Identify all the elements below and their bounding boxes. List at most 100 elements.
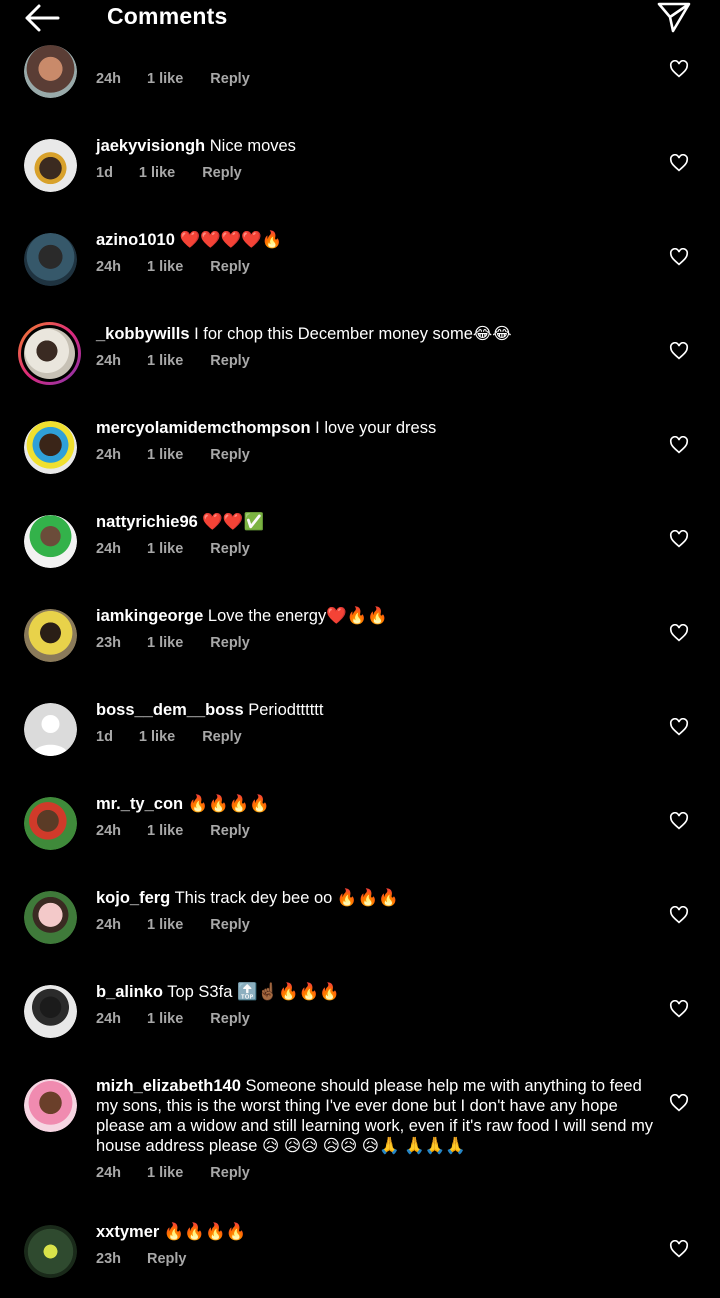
avatar[interactable] bbox=[24, 609, 77, 662]
comment-time: 24h bbox=[96, 541, 121, 557]
comment-meta: 1d 1 like Reply bbox=[96, 729, 268, 745]
reply-button[interactable]: Reply bbox=[210, 823, 250, 839]
heart-icon[interactable] bbox=[669, 906, 689, 924]
avatar[interactable] bbox=[24, 891, 77, 944]
avatar[interactable] bbox=[24, 45, 77, 98]
comment-time: 24h bbox=[96, 71, 121, 87]
comment-username[interactable]: azino1010 bbox=[96, 231, 175, 249]
comment-username[interactable]: jaekyvisiongh bbox=[96, 137, 205, 155]
reply-button[interactable]: Reply bbox=[202, 165, 242, 181]
heart-icon[interactable] bbox=[669, 718, 689, 736]
heart-icon[interactable] bbox=[669, 154, 689, 172]
likes-count[interactable]: 1 like bbox=[147, 635, 183, 651]
avatar[interactable] bbox=[24, 1225, 77, 1278]
comment-time: 1d bbox=[96, 729, 113, 745]
comment-body: Nice moves bbox=[209, 137, 296, 155]
comment-time: 24h bbox=[96, 823, 121, 839]
comment-text: kojo_ferg This track dey bee oo 🔥🔥🔥 bbox=[96, 888, 656, 908]
reply-button[interactable]: Reply bbox=[210, 635, 250, 651]
page-title: Comments bbox=[107, 3, 228, 29]
reply-button[interactable]: Reply bbox=[210, 1165, 250, 1181]
comment-time: 24h bbox=[96, 917, 121, 933]
likes-count[interactable]: 1 like bbox=[147, 259, 183, 275]
comment-username[interactable]: iamkingeorge bbox=[96, 607, 203, 625]
comment-username[interactable]: mercyolamidemcthompson bbox=[96, 419, 311, 437]
comment-meta: 24h 1 like Reply bbox=[96, 541, 276, 557]
comment-username[interactable]: mr._ty_con bbox=[96, 795, 183, 813]
heart-icon[interactable] bbox=[669, 1094, 689, 1112]
comment-time: 24h bbox=[96, 353, 121, 369]
likes-count[interactable]: 1 like bbox=[139, 165, 175, 181]
reply-button[interactable]: Reply bbox=[202, 729, 242, 745]
reply-button[interactable]: Reply bbox=[210, 447, 250, 463]
comment-text: b_alinko Top S3fa 🔝☝🏾🔥🔥🔥 bbox=[96, 982, 656, 1002]
comment-username[interactable]: b_alinko bbox=[96, 983, 163, 1001]
avatar[interactable] bbox=[24, 985, 77, 1038]
comment-username[interactable]: kojo_ferg bbox=[96, 889, 170, 907]
likes-count[interactable]: 1 like bbox=[147, 917, 183, 933]
likes-count[interactable]: 1 like bbox=[147, 1011, 183, 1027]
heart-icon[interactable] bbox=[669, 60, 689, 78]
back-arrow-icon[interactable] bbox=[22, 3, 62, 33]
comment-meta: 24h 1 like Reply bbox=[96, 353, 276, 369]
avatar[interactable] bbox=[24, 233, 77, 286]
comment-body: ❤️❤️✅ bbox=[202, 513, 265, 531]
reply-button[interactable]: Reply bbox=[210, 259, 250, 275]
heart-icon[interactable] bbox=[669, 624, 689, 642]
comment-meta: 24h 1 like Reply bbox=[96, 1011, 276, 1027]
heart-icon[interactable] bbox=[669, 248, 689, 266]
comment-body: Periodtttttt bbox=[248, 701, 324, 719]
likes-count[interactable]: 1 like bbox=[147, 447, 183, 463]
likes-count[interactable]: 1 like bbox=[147, 541, 183, 557]
comment-text: mr._ty_con 🔥🔥🔥🔥 bbox=[96, 794, 656, 814]
comment-time: 23h bbox=[96, 1251, 121, 1267]
avatar[interactable] bbox=[24, 421, 77, 474]
comment-body: ❤️❤️❤️❤️🔥 bbox=[179, 231, 283, 249]
comment-meta: 24h 1 like Reply bbox=[96, 71, 276, 87]
comment-body: 🔥🔥🔥🔥 bbox=[187, 795, 270, 813]
avatar-with-story-ring[interactable] bbox=[18, 322, 81, 385]
likes-count[interactable]: 1 like bbox=[147, 1165, 183, 1181]
avatar[interactable] bbox=[24, 139, 77, 192]
comment-meta: 1d 1 like Reply bbox=[96, 165, 268, 181]
heart-icon[interactable] bbox=[669, 530, 689, 548]
comment-text: boss__dem__boss Periodtttttt bbox=[96, 700, 656, 720]
comment-time: 24h bbox=[96, 259, 121, 275]
likes-count[interactable]: 1 like bbox=[147, 823, 183, 839]
default-avatar[interactable] bbox=[24, 703, 77, 756]
person-silhouette-icon bbox=[32, 715, 69, 756]
likes-count[interactable]: 1 like bbox=[147, 71, 183, 87]
comment-meta: 23h 1 like Reply bbox=[96, 635, 276, 651]
comment-username[interactable]: boss__dem__boss bbox=[96, 701, 244, 719]
reply-button[interactable]: Reply bbox=[210, 1011, 250, 1027]
heart-icon[interactable] bbox=[669, 436, 689, 454]
comment-meta: 24h 1 like Reply bbox=[96, 1165, 276, 1181]
avatar[interactable] bbox=[24, 515, 77, 568]
likes-count[interactable]: 1 like bbox=[147, 353, 183, 369]
comment-meta: 23h Reply bbox=[96, 1251, 213, 1267]
comment-username[interactable]: _kobbywills bbox=[96, 325, 190, 343]
heart-icon[interactable] bbox=[669, 1000, 689, 1018]
comment-text: azino1010 ❤️❤️❤️❤️🔥 bbox=[96, 230, 656, 250]
comment-username[interactable]: mizh_elizabeth140 bbox=[96, 1077, 241, 1095]
comment-time: 1d bbox=[96, 165, 113, 181]
reply-button[interactable]: Reply bbox=[210, 541, 250, 557]
heart-icon[interactable] bbox=[669, 342, 689, 360]
comment-username[interactable]: nattyrichie96 bbox=[96, 513, 198, 531]
comment-meta: 24h 1 like Reply bbox=[96, 917, 276, 933]
comment-time: 24h bbox=[96, 1165, 121, 1181]
comment-text: mizh_elizabeth140 Someone should please … bbox=[96, 1076, 656, 1156]
heart-icon[interactable] bbox=[669, 1240, 689, 1258]
reply-button[interactable]: Reply bbox=[210, 353, 250, 369]
comment-username[interactable]: xxtymer bbox=[96, 1223, 159, 1241]
avatar[interactable] bbox=[24, 1079, 77, 1132]
heart-icon[interactable] bbox=[669, 812, 689, 830]
likes-count[interactable]: 1 like bbox=[139, 729, 175, 745]
avatar[interactable] bbox=[24, 797, 77, 850]
direct-message-icon[interactable] bbox=[656, 0, 692, 34]
comment-meta: 24h 1 like Reply bbox=[96, 823, 276, 839]
reply-button[interactable]: Reply bbox=[210, 71, 250, 87]
comment-text: nattyrichie96 ❤️❤️✅ bbox=[96, 512, 656, 532]
reply-button[interactable]: Reply bbox=[147, 1251, 187, 1267]
reply-button[interactable]: Reply bbox=[210, 917, 250, 933]
